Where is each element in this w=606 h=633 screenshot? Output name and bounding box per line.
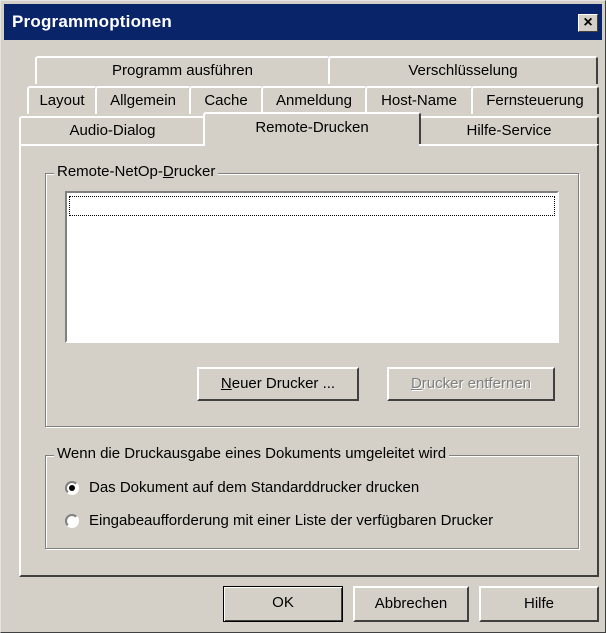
- remove-printer-button[interactable]: Drucker entfernen: [387, 367, 555, 401]
- list-focus-rect: [69, 196, 555, 216]
- radio-label-default-printer[interactable]: Das Dokument auf dem Standarddrucker dru…: [89, 479, 419, 496]
- cancel-button[interactable]: Abbrechen: [353, 586, 469, 622]
- tab-allgemein[interactable]: Allgemein: [95, 86, 191, 114]
- tab-label: Cache: [204, 92, 248, 109]
- tab-label: Hilfe-Service: [466, 122, 552, 139]
- tab-label: Programm ausführen: [112, 62, 253, 79]
- tab-label: Layout: [39, 92, 85, 109]
- printer-listbox[interactable]: [65, 191, 559, 343]
- tab-label: Host-Name: [381, 92, 457, 109]
- program-options-dialog: Programmoptionen × Programm ausführen Ve…: [0, 0, 606, 633]
- tab-label: Remote-Drucken: [255, 119, 369, 136]
- tab-label: Fernsteuerung: [486, 92, 584, 109]
- tab-remote-drucken[interactable]: Remote-Drucken: [203, 112, 421, 144]
- redirect-group-label: Wenn die Druckausgabe eines Dokuments um…: [54, 445, 450, 462]
- tab-cache[interactable]: Cache: [189, 86, 263, 114]
- radio-printer-list-prompt[interactable]: [65, 514, 79, 528]
- title-bar[interactable]: Programmoptionen ×: [4, 4, 602, 40]
- tab-label: Allgemein: [110, 92, 176, 109]
- tab-layout[interactable]: Layout: [27, 86, 97, 114]
- tab-fernsteuerung[interactable]: Fernsteuerung: [471, 86, 599, 114]
- redirect-groupbox: Wenn die Druckausgabe eines Dokuments um…: [45, 445, 579, 549]
- tab-verschluesselung[interactable]: Verschlüsselung: [328, 56, 598, 84]
- tab-label: Audio-Dialog: [69, 122, 156, 139]
- window-title: Programmoptionen: [12, 12, 172, 31]
- close-button[interactable]: ×: [578, 14, 598, 32]
- help-button[interactable]: Hilfe: [479, 586, 599, 622]
- radio-default-printer[interactable]: [65, 481, 79, 495]
- tab-programm-ausfuehren[interactable]: Programm ausführen: [35, 56, 330, 84]
- tab-label: Anmeldung: [276, 92, 352, 109]
- tab-host-name[interactable]: Host-Name: [365, 86, 473, 114]
- ok-button[interactable]: OK: [223, 586, 343, 622]
- active-tab-joiner: [205, 141, 419, 146]
- tab-audio-dialog[interactable]: Audio-Dialog: [19, 116, 206, 144]
- new-printer-button[interactable]: Neuer Drucker ...: [197, 367, 359, 401]
- radio-selected-dot: [69, 485, 75, 491]
- tab-anmeldung[interactable]: Anmeldung: [261, 86, 367, 114]
- printers-group-label: Remote-NetOp-Drucker: [54, 163, 219, 180]
- tab-hilfe-service[interactable]: Hilfe-Service: [419, 116, 599, 144]
- tab-label: Verschlüsselung: [408, 62, 518, 79]
- radio-label-printer-list-prompt[interactable]: Eingabeaufforderung mit einer Liste der …: [89, 512, 493, 529]
